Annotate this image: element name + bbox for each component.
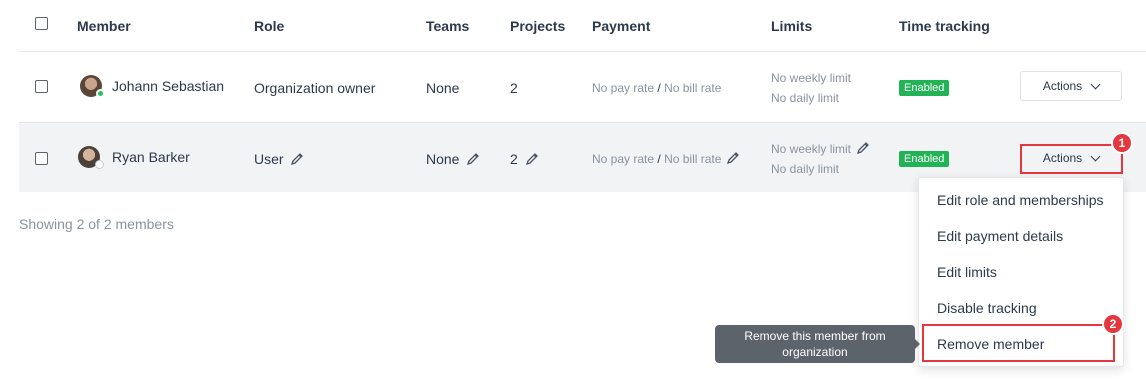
row-checkbox[interactable]	[35, 152, 48, 165]
remove-member-highlight	[922, 324, 1115, 362]
remove-member-tooltip: Remove this member from organization	[715, 325, 915, 363]
presence-offline-indicator	[95, 160, 104, 169]
teams-value: None	[426, 151, 460, 167]
step-badge-1: 1	[1111, 132, 1133, 154]
payment-value: No pay rate / No bill rate	[592, 152, 721, 166]
presence-online-indicator	[96, 89, 105, 98]
table-header: Member Role Teams Projects Payment Limit…	[19, 0, 1146, 52]
daily-limit: No daily limit	[771, 162, 840, 176]
bill-rate: No bill rate	[664, 81, 722, 95]
pay-rate: No pay rate	[592, 152, 655, 166]
select-all-checkbox[interactable]	[35, 17, 48, 30]
header-projects[interactable]: Projects	[510, 18, 565, 34]
payment-separator: /	[657, 81, 661, 95]
chevron-down-icon	[1090, 79, 1101, 89]
tracking-status-badge: Enabled	[899, 80, 950, 96]
menu-item-edit-limits[interactable]: Edit limits	[937, 264, 997, 280]
header-teams[interactable]: Teams	[426, 18, 469, 34]
payment-separator: /	[657, 152, 661, 166]
role-value: User	[254, 151, 284, 167]
payment-value: No pay rate / No bill rate	[592, 81, 721, 95]
header-limits[interactable]: Limits	[771, 18, 812, 34]
row-checkbox[interactable]	[35, 80, 48, 93]
members-count: Showing 2 of 2 members	[19, 216, 174, 232]
header-payment[interactable]: Payment	[592, 18, 650, 34]
role-value: Organization owner	[254, 80, 376, 96]
menu-item-edit-payment[interactable]: Edit payment details	[937, 228, 1063, 244]
weekly-limit: No weekly limit	[771, 142, 852, 156]
pencil-icon[interactable]	[726, 151, 740, 165]
header-time-tracking[interactable]: Time tracking	[899, 18, 990, 34]
menu-item-edit-role[interactable]: Edit role and memberships	[937, 192, 1104, 208]
tooltip-arrow	[913, 337, 920, 351]
menu-item-disable-tracking[interactable]: Disable tracking	[937, 300, 1037, 316]
pay-rate: No pay rate	[592, 81, 655, 95]
pencil-icon[interactable]	[290, 152, 304, 166]
weekly-limit: No weekly limit	[771, 71, 852, 85]
tracking-status-badge: Enabled	[899, 151, 950, 167]
actions-button[interactable]: Actions	[1020, 71, 1122, 101]
pencil-icon[interactable]	[466, 152, 480, 166]
member-name[interactable]: Ryan Barker	[112, 149, 190, 165]
projects-value: 2	[510, 151, 518, 167]
step-badge-2: 2	[1102, 313, 1124, 335]
table-row: Johann Sebastian Organization owner None…	[19, 52, 1146, 123]
header-member[interactable]: Member	[77, 18, 131, 34]
daily-limit: No daily limit	[771, 91, 840, 105]
member-name[interactable]: Johann Sebastian	[112, 78, 224, 94]
pencil-icon[interactable]	[856, 141, 870, 155]
bill-rate: No bill rate	[664, 152, 722, 166]
teams-value: None	[426, 80, 460, 96]
actions-label: Actions	[1042, 79, 1083, 93]
actions-highlight	[1020, 144, 1123, 174]
projects-value: 2	[510, 80, 518, 96]
header-role[interactable]: Role	[254, 18, 284, 34]
pencil-icon[interactable]	[525, 152, 539, 166]
